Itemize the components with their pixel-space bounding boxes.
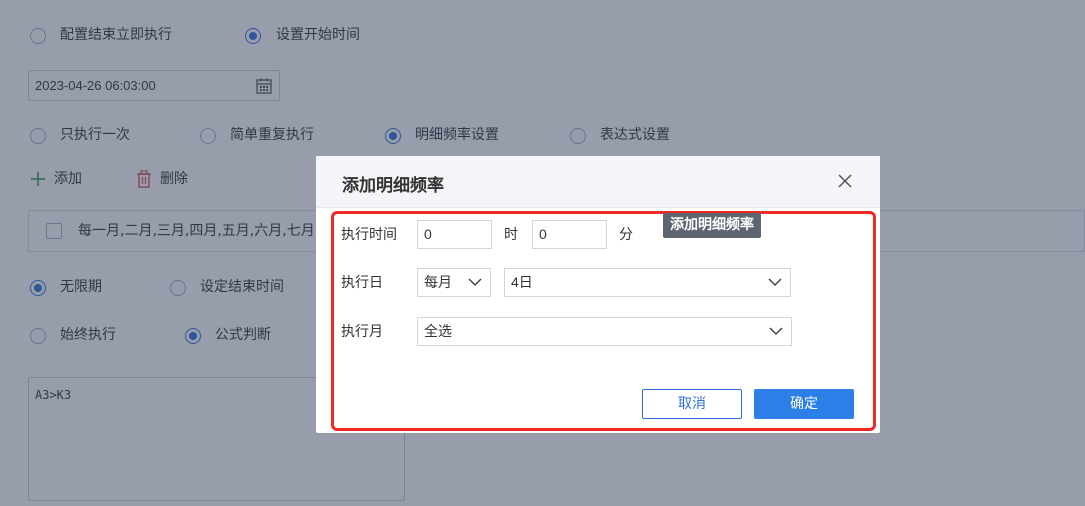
close-icon[interactable] xyxy=(836,172,854,190)
dialog-title: 添加明细频率 xyxy=(342,176,444,196)
dialog-header: 添加明细频率 xyxy=(316,156,880,208)
tooltip: 添加明细频率 xyxy=(663,213,761,238)
highlight-frame xyxy=(331,211,876,431)
